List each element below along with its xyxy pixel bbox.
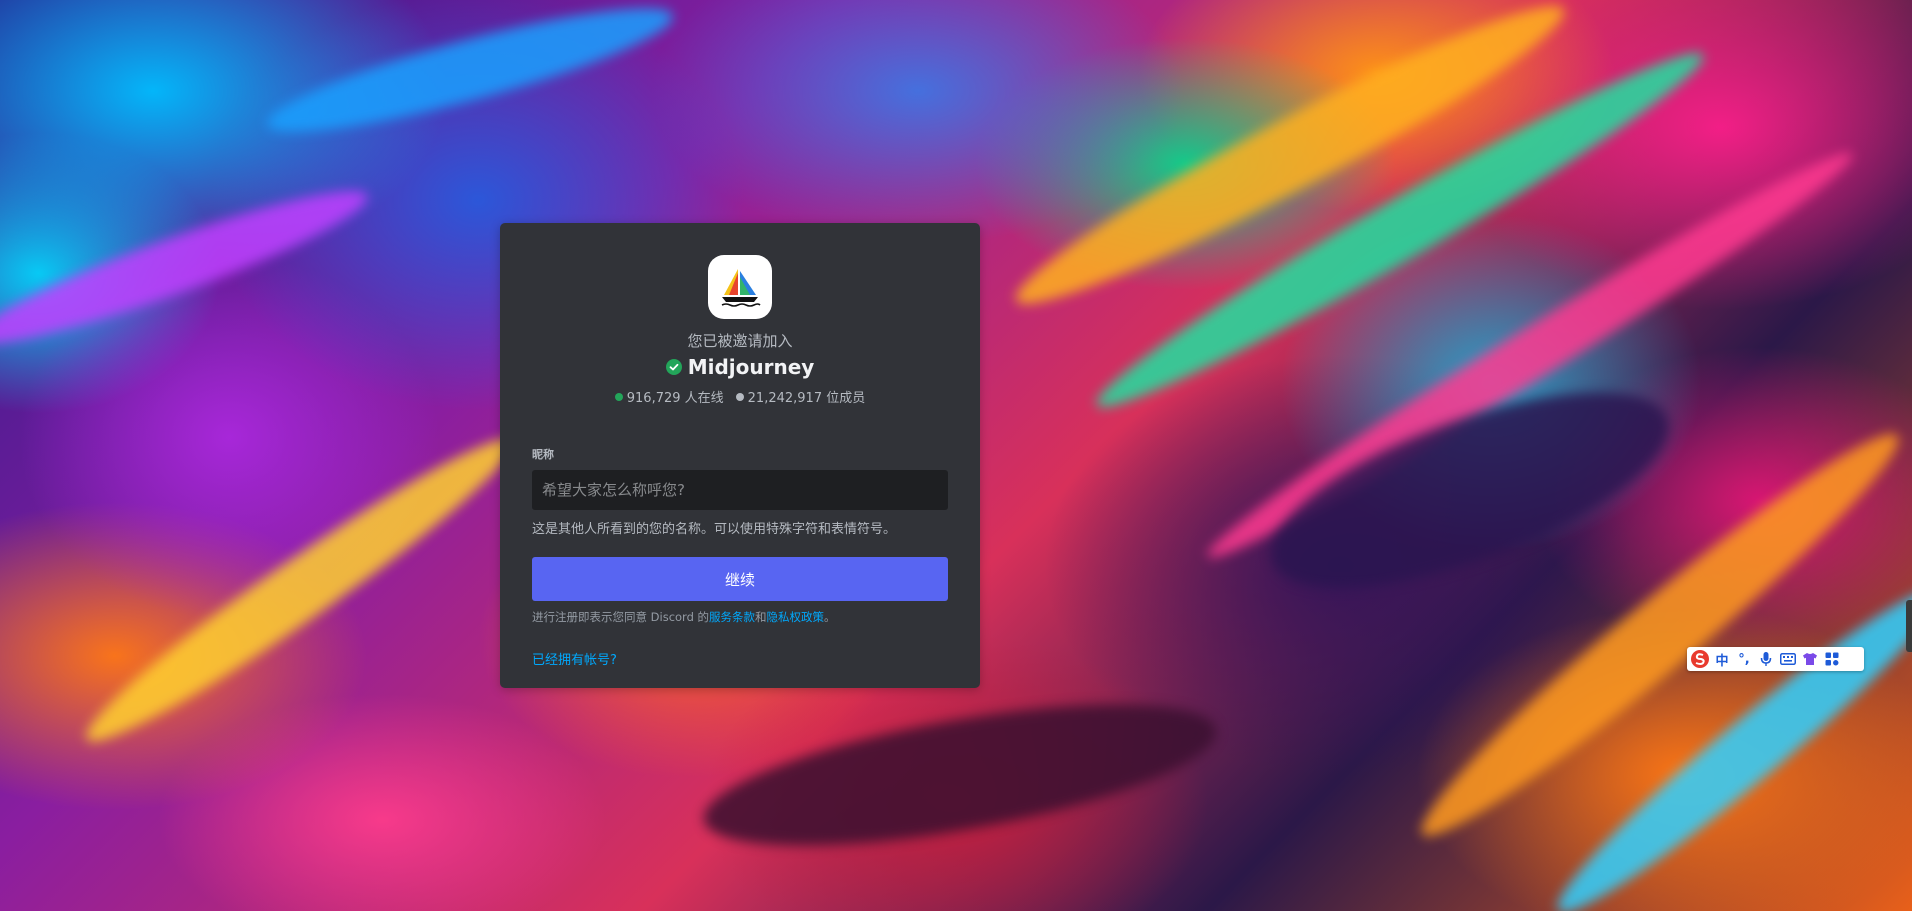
- terms-suffix: 。: [824, 610, 836, 624]
- terms-notice: 进行注册即表示您同意 Discord 的服务条款和隐私权政策。: [532, 609, 948, 625]
- nickname-input[interactable]: [532, 470, 948, 510]
- server-name-row: Midjourney: [532, 355, 948, 379]
- server-name: Midjourney: [687, 355, 815, 379]
- toolbox-grid-icon[interactable]: [1821, 648, 1843, 670]
- ime-toolbar[interactable]: 中 °,: [1687, 647, 1864, 671]
- nickname-label: 昵称: [532, 448, 554, 461]
- member-count-text: 21,242,917 位成员: [747, 391, 866, 406]
- online-count-text: 916,729 人在线: [626, 391, 724, 406]
- server-stats: 916,729 人在线 21,242,917 位成员: [532, 387, 948, 406]
- terms-of-service-link[interactable]: 服务条款: [709, 610, 755, 624]
- nickname-form: 昵称 这是其他人所看到的您的名称。可以使用特殊字符和表情符号。 继续 进行注册即…: [532, 446, 948, 668]
- edge-panel-handle[interactable]: [1906, 600, 1912, 652]
- invite-intro: 您已被邀请加入: [687, 332, 793, 350]
- microphone-icon[interactable]: [1755, 648, 1777, 670]
- ime-mode-toggle[interactable]: 中: [1711, 648, 1733, 670]
- sailboat-icon: [721, 269, 761, 307]
- sogou-logo-icon[interactable]: [1689, 648, 1711, 670]
- terms-and: 和: [755, 610, 767, 624]
- nickname-hint: 这是其他人所看到的您的名称。可以使用特殊字符和表情符号。: [532, 522, 897, 537]
- verified-check-icon: [665, 359, 682, 375]
- online-dot-icon: [614, 392, 623, 401]
- server-logo: [708, 255, 772, 319]
- skin-shirt-icon[interactable]: [1799, 648, 1821, 670]
- invite-card: 您已被邀请加入 Midjourney 916,729 人在线 21,242,91…: [500, 223, 980, 688]
- online-count: 916,729 人在线: [614, 387, 724, 406]
- keyboard-icon[interactable]: [1777, 648, 1799, 670]
- terms-prefix: 进行注册即表示您同意 Discord 的: [532, 610, 710, 624]
- already-have-account-link[interactable]: 已经拥有帐号?: [532, 649, 617, 668]
- member-count: 21,242,917 位成员: [735, 387, 866, 406]
- privacy-policy-link[interactable]: 隐私权政策: [767, 610, 825, 624]
- ime-punctuation-toggle[interactable]: °,: [1733, 648, 1755, 670]
- member-dot-icon: [735, 392, 744, 401]
- continue-button[interactable]: 继续: [532, 557, 948, 601]
